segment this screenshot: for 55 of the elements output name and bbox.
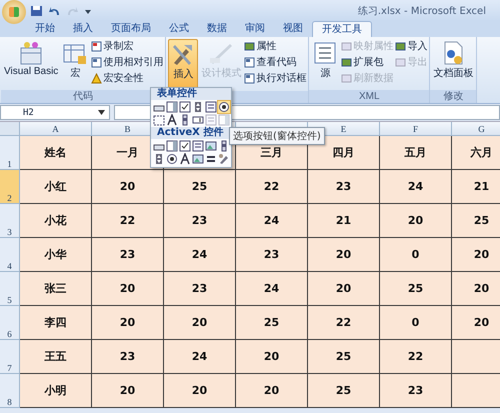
table-cell: 20 bbox=[236, 340, 308, 374]
table-cell: 25 bbox=[308, 374, 380, 408]
table-cell: 23 bbox=[92, 340, 164, 374]
table-cell: 王五 bbox=[20, 340, 92, 374]
window-title: 练习.xlsx - Microsoft Excel bbox=[358, 4, 486, 18]
menu-section-title: ActiveX 控件 bbox=[151, 127, 231, 139]
table-cell: 21 bbox=[308, 204, 380, 238]
table-cell: 25 bbox=[236, 306, 308, 340]
group-label: XML bbox=[309, 90, 430, 103]
table-cell: 23 bbox=[308, 170, 380, 204]
table-cell: 20 bbox=[92, 170, 164, 204]
table-cell: 25 bbox=[380, 272, 452, 306]
table-cell: 小华 bbox=[20, 238, 92, 272]
table-cell: 小红 bbox=[20, 170, 92, 204]
table-cell: 20 bbox=[452, 272, 500, 306]
table-cell: 25 bbox=[164, 170, 236, 204]
group-label: 修改 bbox=[430, 90, 476, 103]
table-cell: 24 bbox=[164, 238, 236, 272]
table-cell: 25 bbox=[308, 340, 380, 374]
table-cell: 20 bbox=[380, 204, 452, 238]
table-cell: 23 bbox=[164, 272, 236, 306]
table-cell: 小花 bbox=[20, 204, 92, 238]
table-cell: 李四 bbox=[20, 306, 92, 340]
table-cell: 23 bbox=[92, 238, 164, 272]
table-cell: 22 bbox=[236, 170, 308, 204]
table-cell: 20 bbox=[236, 374, 308, 408]
table-cell: 20 bbox=[92, 272, 164, 306]
table-cell: 20 bbox=[164, 306, 236, 340]
table-cell: 20 bbox=[92, 374, 164, 408]
table-cell: 24 bbox=[236, 204, 308, 238]
table-cell: 22 bbox=[308, 306, 380, 340]
table-cell: 20 bbox=[452, 238, 500, 272]
table-cell: 张三 bbox=[20, 272, 92, 306]
table-cell: 23 bbox=[164, 204, 236, 238]
table-cell: 22 bbox=[92, 204, 164, 238]
table-cell: 24 bbox=[380, 170, 452, 204]
table-cell: 20 bbox=[308, 238, 380, 272]
table-cell: 20 bbox=[164, 374, 236, 408]
table-cell: 0 bbox=[380, 238, 452, 272]
table-cell: 20 bbox=[452, 306, 500, 340]
table-cell: 24 bbox=[164, 340, 236, 374]
table-cell: 23 bbox=[380, 374, 452, 408]
table-cell: 六月 bbox=[452, 136, 500, 170]
table-cell: 小明 bbox=[20, 374, 92, 408]
table-cell: 20 bbox=[92, 306, 164, 340]
menu-section-title: 表单控件 bbox=[151, 88, 231, 100]
table-cell: 五月 bbox=[380, 136, 452, 170]
table-cell: 23 bbox=[236, 238, 308, 272]
table-cell: 24 bbox=[236, 272, 308, 306]
table-cell: 21 bbox=[452, 170, 500, 204]
table-cell: 22 bbox=[380, 340, 452, 374]
table-cell: 25 bbox=[452, 204, 500, 238]
table-cell: 姓名 bbox=[20, 136, 92, 170]
table-cell: 0 bbox=[380, 306, 452, 340]
table-cell: 20 bbox=[308, 272, 380, 306]
